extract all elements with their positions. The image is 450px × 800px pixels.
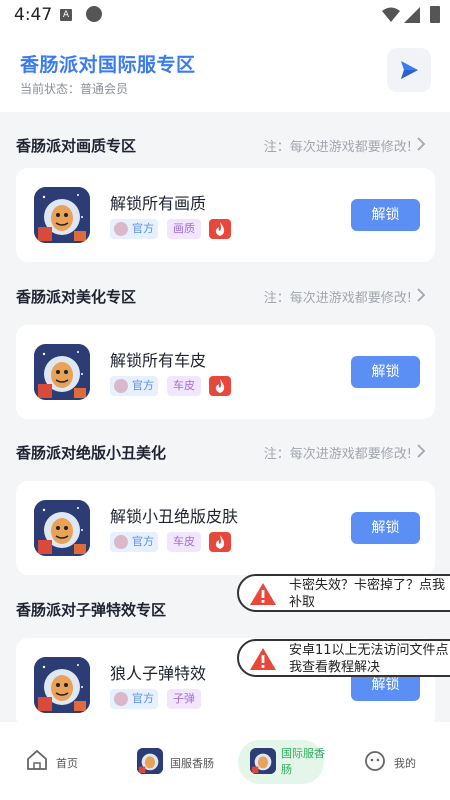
status-bar: 4:47 A (0, 0, 450, 30)
game-thumbnail (34, 500, 90, 556)
section-title: 香肠派对美化专区 (16, 288, 137, 306)
wifi-icon (382, 7, 400, 22)
category-tag: 子弹 (167, 689, 201, 709)
nav-profile[interactable]: 我的 (350, 722, 450, 800)
section-note: 注：每次进游戏都要修改! (263, 447, 412, 462)
fire-badge (209, 219, 231, 239)
app-header: 香肠派对国际服专区 当前状态：普通会员 (0, 30, 450, 112)
nav-home[interactable]: 首页 (0, 722, 110, 800)
signal-icon (404, 7, 420, 23)
toast-android11[interactable]: 安卓11以上无法访问文件点我查看教程解决 (237, 639, 450, 677)
game-thumb-icon (250, 748, 276, 774)
nav-label: 首页 (56, 757, 78, 770)
category-tag: 车皮 (167, 532, 201, 552)
official-avatar-icon (114, 379, 128, 393)
game-thumbnail (34, 657, 90, 713)
feature-card: 解锁小丑绝版皮肤 官方 车皮 解锁 (16, 481, 435, 575)
face-icon (365, 751, 385, 771)
section-title: 香肠派对画质专区 (16, 137, 137, 155)
notification-a-icon: A (60, 9, 72, 21)
card-title: 解锁所有画质 (110, 194, 207, 213)
toast-text: 安卓11以上无法访问文件点我查看教程解决 (289, 643, 449, 675)
section-header[interactable]: 香肠派对美化专区 注：每次进游戏都要修改! (16, 284, 434, 308)
nav-label: 国际服香肠 (281, 747, 325, 776)
chevron-right-icon (417, 137, 426, 151)
page-title: 香肠派对国际服专区 (20, 54, 196, 76)
official-tag: 官方 (110, 689, 158, 709)
fire-icon (215, 379, 225, 393)
game-thumb-icon (137, 748, 163, 774)
nav-label: 我的 (394, 757, 416, 770)
card-title: 解锁小丑绝版皮肤 (110, 507, 239, 526)
fire-badge (209, 376, 231, 396)
official-avatar-icon (114, 535, 128, 549)
official-avatar-icon (114, 692, 128, 706)
fire-icon (215, 535, 225, 549)
section-title: 香肠派对子弹特效专区 (16, 601, 167, 619)
game-thumbnail (34, 187, 90, 243)
official-tag: 官方 (110, 532, 158, 552)
home-icon (27, 749, 47, 770)
toast-card-key[interactable]: 卡密失效？卡密掉了？点我补取 (237, 574, 450, 612)
nav-label: 国服香肠 (170, 757, 214, 770)
notification-dot-icon (86, 6, 102, 22)
feature-card: 解锁所有画质 官方 画质 解锁 (16, 168, 435, 262)
official-tag: 官方 (110, 376, 158, 396)
play-icon (401, 61, 418, 79)
fire-icon (215, 222, 225, 236)
section-title: 香肠派对绝版小丑美化 (16, 444, 167, 462)
chevron-right-icon (417, 444, 426, 458)
bottom-nav: 首页 国服香肠 国际服香肠 我的 (0, 722, 450, 800)
official-avatar-icon (114, 222, 128, 236)
category-tag: 车皮 (167, 376, 201, 396)
card-title: 解锁所有车皮 (110, 351, 207, 370)
chevron-right-icon (417, 288, 426, 302)
fire-badge (209, 532, 231, 552)
category-tag: 画质 (167, 219, 201, 239)
card-title: 狼人子弹特效 (110, 664, 207, 683)
section-header[interactable]: 香肠派对绝版小丑美化 注：每次进游戏都要修改! (16, 440, 434, 464)
warning-icon (250, 648, 276, 670)
section-header[interactable]: 香肠派对画质专区 注：每次进游戏都要修改! (16, 133, 434, 157)
nav-intl-server[interactable]: 国际服香肠 (238, 722, 328, 800)
status-time: 4:47 (14, 5, 53, 25)
section-note: 注：每次进游戏都要修改! (263, 291, 412, 306)
section-note: 注：每次进游戏都要修改! (263, 140, 412, 155)
battery-icon (430, 6, 440, 23)
member-status: 当前状态：普通会员 (20, 82, 129, 96)
toast-text: 卡密失效？卡密掉了？点我补取 (289, 578, 446, 610)
nav-cn-server[interactable]: 国服香肠 (120, 722, 230, 800)
unlock-button[interactable]: 解锁 (351, 356, 420, 388)
play-button[interactable] (387, 48, 431, 92)
game-thumbnail (34, 344, 90, 400)
unlock-button[interactable]: 解锁 (351, 512, 420, 544)
official-tag: 官方 (110, 219, 158, 239)
feature-card: 解锁所有车皮 官方 车皮 解锁 (16, 325, 435, 419)
warning-icon (250, 583, 276, 605)
unlock-button[interactable]: 解锁 (351, 199, 420, 231)
